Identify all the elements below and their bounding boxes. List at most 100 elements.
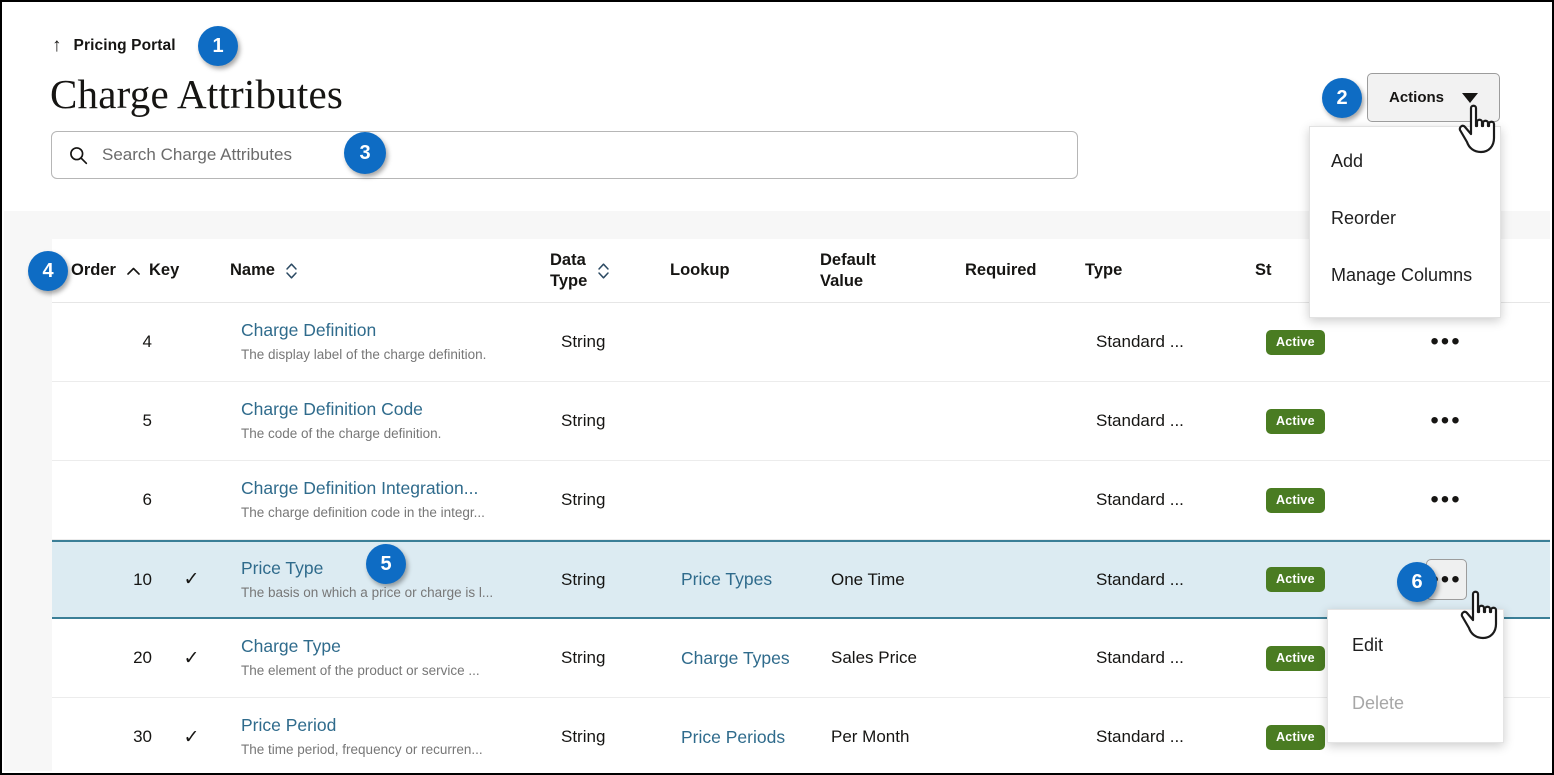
- menu-item-manage-columns[interactable]: Manage Columns: [1310, 247, 1500, 304]
- cell-name: Charge Definition The display label of t…: [223, 320, 533, 363]
- table-left-gutter: [4, 211, 52, 771]
- cell-type: Standard ...: [1096, 411, 1266, 431]
- cell-lookup: Price Periods: [681, 727, 831, 748]
- attribute-description: The basis on which a price or charge is …: [241, 585, 533, 601]
- cell-type: Standard ...: [1096, 570, 1266, 590]
- table-row[interactable]: 30 ✓ Price Period The time period, frequ…: [52, 698, 1550, 771]
- cell-type: Standard ...: [1096, 727, 1266, 747]
- sort-updown-icon[interactable]: [597, 262, 610, 280]
- cell-data-type: String: [533, 332, 681, 352]
- table-row[interactable]: 20 ✓ Charge Type The element of the prod…: [52, 619, 1550, 698]
- status-badge: Active: [1266, 488, 1325, 513]
- check-icon: ✓: [184, 648, 200, 669]
- cell-actions[interactable]: •••: [1386, 409, 1506, 433]
- callout-badge-1: 1: [198, 26, 238, 66]
- menu-item-reorder[interactable]: Reorder: [1310, 190, 1500, 247]
- table-row-selected[interactable]: 10 ✓ Price Type The basis on which a pri…: [52, 540, 1550, 619]
- lookup-link[interactable]: Charge Types: [681, 648, 831, 669]
- cell-status: Active: [1266, 567, 1386, 592]
- status-badge: Active: [1266, 725, 1325, 750]
- column-header-key-label: Key: [149, 260, 179, 281]
- cell-type: Standard ...: [1096, 332, 1266, 352]
- attribute-description: The time period, frequency or recurren..…: [241, 742, 533, 758]
- cell-name: Price Period The time period, frequency …: [223, 715, 533, 758]
- mouse-cursor-hand-icon: [1457, 102, 1503, 158]
- cell-status: Active: [1266, 488, 1386, 513]
- search-input[interactable]: Search Charge Attributes: [51, 131, 1078, 179]
- column-header-data-type[interactable]: Data Type: [522, 250, 670, 291]
- column-header-required[interactable]: Required: [965, 260, 1085, 281]
- attribute-link[interactable]: Charge Definition Code: [241, 399, 533, 420]
- row-actions-icon[interactable]: •••: [1430, 330, 1461, 354]
- column-header-lookup-label: Lookup: [670, 260, 730, 281]
- screenshot-frame: ↑ Pricing Portal Charge Attributes Searc…: [0, 0, 1554, 775]
- cell-data-type: String: [533, 411, 681, 431]
- attribute-link[interactable]: Charge Definition: [241, 320, 533, 341]
- column-header-data-type-label: Data Type: [550, 250, 587, 291]
- cell-order: 20: [52, 648, 160, 668]
- check-icon: ✓: [184, 727, 200, 748]
- cell-data-type: String: [533, 490, 681, 510]
- column-header-lookup[interactable]: Lookup: [670, 260, 820, 281]
- sort-updown-icon[interactable]: [285, 262, 298, 280]
- cell-actions[interactable]: •••: [1386, 330, 1506, 354]
- cell-type: Standard ...: [1096, 648, 1266, 668]
- column-header-default-value[interactable]: Default Value: [820, 250, 965, 291]
- breadcrumb-label[interactable]: Pricing Portal: [74, 37, 176, 55]
- cell-default-value: Sales Price: [831, 648, 976, 668]
- cell-data-type: String: [533, 648, 681, 668]
- lookup-link[interactable]: Price Types: [681, 569, 831, 590]
- column-header-order-label: Order: [71, 260, 116, 281]
- attribute-description: The charge definition code in the integr…: [241, 505, 533, 521]
- sort-ascending-icon[interactable]: [126, 266, 141, 276]
- attribute-description: The code of the charge definition.: [241, 426, 533, 442]
- column-header-status-label: St: [1255, 260, 1272, 281]
- menu-item-delete: Delete: [1328, 674, 1503, 732]
- attribute-link[interactable]: Price Period: [241, 715, 533, 736]
- column-header-type[interactable]: Type: [1085, 260, 1255, 281]
- status-badge: Active: [1266, 330, 1325, 355]
- cell-order: 5: [52, 411, 160, 431]
- cell-key: ✓: [160, 647, 223, 670]
- callout-badge-5: 5: [366, 544, 406, 584]
- cell-lookup: Price Types: [681, 569, 831, 590]
- callout-badge-3: 3: [344, 132, 386, 174]
- table-row[interactable]: 5 Charge Definition Code The code of the…: [52, 382, 1550, 461]
- table-row[interactable]: 6 Charge Definition Integration... The c…: [52, 461, 1550, 540]
- cell-name: Charge Definition Integration... The cha…: [223, 478, 533, 521]
- chevron-down-icon: [1462, 93, 1478, 103]
- cell-status: Active: [1266, 330, 1386, 355]
- cell-key: ✓: [160, 568, 223, 591]
- status-badge: Active: [1266, 567, 1325, 592]
- actions-button-label: Actions: [1389, 89, 1444, 106]
- column-header-key[interactable]: Key: [149, 260, 212, 281]
- attribute-link[interactable]: Charge Definition Integration...: [241, 478, 533, 499]
- cell-data-type: String: [533, 727, 681, 747]
- column-header-type-label: Type: [1085, 260, 1122, 281]
- breadcrumb[interactable]: ↑ Pricing Portal: [52, 32, 176, 60]
- callout-badge-2: 2: [1322, 78, 1362, 118]
- cell-actions[interactable]: •••: [1386, 488, 1506, 512]
- column-header-required-label: Required: [965, 260, 1037, 281]
- search-icon: [68, 145, 88, 165]
- attribute-description: The display label of the charge definiti…: [241, 347, 533, 363]
- cell-name: Charge Type The element of the product o…: [223, 636, 533, 679]
- check-icon: ✓: [184, 569, 200, 590]
- attribute-link[interactable]: Charge Type: [241, 636, 533, 657]
- up-arrow-icon: ↑: [52, 36, 62, 55]
- cell-lookup: Charge Types: [681, 648, 831, 669]
- charge-attributes-table: Order Key Name Data Type: [52, 239, 1550, 771]
- lookup-link[interactable]: Price Periods: [681, 727, 831, 748]
- callout-badge-6: 6: [1397, 562, 1437, 602]
- attribute-description: The element of the product or service ..…: [241, 663, 533, 679]
- cell-status: Active: [1266, 409, 1386, 434]
- status-badge: Active: [1266, 646, 1325, 671]
- cell-type: Standard ...: [1096, 490, 1266, 510]
- cell-order: 10: [52, 570, 160, 590]
- row-actions-icon[interactable]: •••: [1430, 488, 1461, 512]
- cell-key: ✓: [160, 726, 223, 749]
- mouse-cursor-hand-icon: [1459, 588, 1505, 644]
- column-header-name[interactable]: Name: [212, 260, 522, 281]
- row-actions-icon[interactable]: •••: [1430, 409, 1461, 433]
- column-header-default-value-label: Default Value: [820, 250, 876, 291]
